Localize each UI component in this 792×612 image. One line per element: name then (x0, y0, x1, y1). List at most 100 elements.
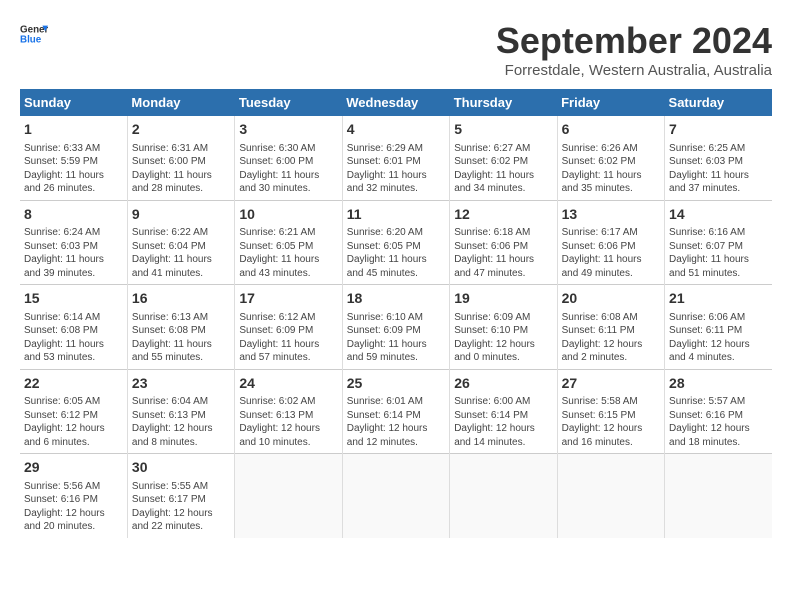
col-tuesday: Tuesday (235, 89, 342, 116)
header-row: Sunday Monday Tuesday Wednesday Thursday… (20, 89, 772, 116)
title-block: September 2024 Forrestdale, Western Aust… (496, 20, 772, 79)
day-number: 4 (347, 120, 445, 140)
day-number: 27 (562, 374, 660, 394)
day-info: Sunrise: 6:20 AM Sunset: 6:05 PM Dayligh… (347, 226, 445, 280)
day-info: Sunrise: 6:14 AM Sunset: 6:08 PM Dayligh… (24, 311, 123, 365)
table-row: 1Sunrise: 6:33 AM Sunset: 5:59 PM Daylig… (20, 116, 127, 200)
calendar-week-row: 8Sunrise: 6:24 AM Sunset: 6:03 PM Daylig… (20, 200, 772, 285)
table-row: 23Sunrise: 6:04 AM Sunset: 6:13 PM Dayli… (127, 369, 234, 454)
table-row: 24Sunrise: 6:02 AM Sunset: 6:13 PM Dayli… (235, 369, 342, 454)
logo: General Blue (20, 20, 48, 48)
day-info: Sunrise: 6:26 AM Sunset: 6:02 PM Dayligh… (562, 142, 660, 196)
svg-text:Blue: Blue (20, 34, 42, 45)
day-info: Sunrise: 6:31 AM Sunset: 6:00 PM Dayligh… (132, 142, 230, 196)
month-title: September 2024 (496, 20, 772, 62)
day-number: 12 (454, 205, 552, 225)
day-info: Sunrise: 6:24 AM Sunset: 6:03 PM Dayligh… (24, 226, 123, 280)
logo-icon: General Blue (20, 20, 48, 48)
table-row: 15Sunrise: 6:14 AM Sunset: 6:08 PM Dayli… (20, 285, 127, 370)
table-row: 25Sunrise: 6:01 AM Sunset: 6:14 PM Dayli… (342, 369, 449, 454)
day-number: 3 (239, 120, 337, 140)
col-wednesday: Wednesday (342, 89, 449, 116)
calendar-week-row: 22Sunrise: 6:05 AM Sunset: 6:12 PM Dayli… (20, 369, 772, 454)
day-info: Sunrise: 6:29 AM Sunset: 6:01 PM Dayligh… (347, 142, 445, 196)
day-number: 15 (24, 289, 123, 309)
col-saturday: Saturday (665, 89, 772, 116)
table-row (342, 454, 449, 538)
col-monday: Monday (127, 89, 234, 116)
table-row: 18Sunrise: 6:10 AM Sunset: 6:09 PM Dayli… (342, 285, 449, 370)
calendar-week-row: 1Sunrise: 6:33 AM Sunset: 5:59 PM Daylig… (20, 116, 772, 200)
table-row: 20Sunrise: 6:08 AM Sunset: 6:11 PM Dayli… (557, 285, 664, 370)
day-info: Sunrise: 5:58 AM Sunset: 6:15 PM Dayligh… (562, 395, 660, 449)
table-row: 29Sunrise: 5:56 AM Sunset: 6:16 PM Dayli… (20, 454, 127, 538)
day-number: 17 (239, 289, 337, 309)
table-row (235, 454, 342, 538)
day-number: 16 (132, 289, 230, 309)
day-number: 23 (132, 374, 230, 394)
day-number: 19 (454, 289, 552, 309)
day-info: Sunrise: 6:25 AM Sunset: 6:03 PM Dayligh… (669, 142, 768, 196)
day-number: 18 (347, 289, 445, 309)
day-number: 21 (669, 289, 768, 309)
day-number: 11 (347, 205, 445, 225)
table-row: 4Sunrise: 6:29 AM Sunset: 6:01 PM Daylig… (342, 116, 449, 200)
table-row: 19Sunrise: 6:09 AM Sunset: 6:10 PM Dayli… (450, 285, 557, 370)
day-number: 7 (669, 120, 768, 140)
col-thursday: Thursday (450, 89, 557, 116)
day-info: Sunrise: 6:02 AM Sunset: 6:13 PM Dayligh… (239, 395, 337, 449)
day-info: Sunrise: 6:21 AM Sunset: 6:05 PM Dayligh… (239, 226, 337, 280)
day-info: Sunrise: 6:13 AM Sunset: 6:08 PM Dayligh… (132, 311, 230, 365)
day-info: Sunrise: 6:06 AM Sunset: 6:11 PM Dayligh… (669, 311, 768, 365)
day-number: 20 (562, 289, 660, 309)
table-row: 30Sunrise: 5:55 AM Sunset: 6:17 PM Dayli… (127, 454, 234, 538)
calendar-week-row: 29Sunrise: 5:56 AM Sunset: 6:16 PM Dayli… (20, 454, 772, 538)
table-row: 13Sunrise: 6:17 AM Sunset: 6:06 PM Dayli… (557, 200, 664, 285)
page-header: General Blue September 2024 Forrestdale,… (20, 20, 772, 79)
day-info: Sunrise: 6:00 AM Sunset: 6:14 PM Dayligh… (454, 395, 552, 449)
day-number: 8 (24, 205, 123, 225)
day-info: Sunrise: 6:12 AM Sunset: 6:09 PM Dayligh… (239, 311, 337, 365)
day-number: 14 (669, 205, 768, 225)
day-info: Sunrise: 6:27 AM Sunset: 6:02 PM Dayligh… (454, 142, 552, 196)
table-row: 26Sunrise: 6:00 AM Sunset: 6:14 PM Dayli… (450, 369, 557, 454)
day-info: Sunrise: 6:22 AM Sunset: 6:04 PM Dayligh… (132, 226, 230, 280)
day-info: Sunrise: 6:08 AM Sunset: 6:11 PM Dayligh… (562, 311, 660, 365)
table-row: 12Sunrise: 6:18 AM Sunset: 6:06 PM Dayli… (450, 200, 557, 285)
day-info: Sunrise: 6:30 AM Sunset: 6:00 PM Dayligh… (239, 142, 337, 196)
table-row (450, 454, 557, 538)
day-number: 5 (454, 120, 552, 140)
table-row: 5Sunrise: 6:27 AM Sunset: 6:02 PM Daylig… (450, 116, 557, 200)
day-number: 28 (669, 374, 768, 394)
table-row: 3Sunrise: 6:30 AM Sunset: 6:00 PM Daylig… (235, 116, 342, 200)
day-info: Sunrise: 6:16 AM Sunset: 6:07 PM Dayligh… (669, 226, 768, 280)
table-row: 22Sunrise: 6:05 AM Sunset: 6:12 PM Dayli… (20, 369, 127, 454)
table-row: 10Sunrise: 6:21 AM Sunset: 6:05 PM Dayli… (235, 200, 342, 285)
table-row (557, 454, 664, 538)
day-number: 2 (132, 120, 230, 140)
table-row: 9Sunrise: 6:22 AM Sunset: 6:04 PM Daylig… (127, 200, 234, 285)
table-row: 6Sunrise: 6:26 AM Sunset: 6:02 PM Daylig… (557, 116, 664, 200)
day-info: Sunrise: 6:17 AM Sunset: 6:06 PM Dayligh… (562, 226, 660, 280)
table-row: 17Sunrise: 6:12 AM Sunset: 6:09 PM Dayli… (235, 285, 342, 370)
day-info: Sunrise: 5:57 AM Sunset: 6:16 PM Dayligh… (669, 395, 768, 449)
col-friday: Friday (557, 89, 664, 116)
day-info: Sunrise: 6:01 AM Sunset: 6:14 PM Dayligh… (347, 395, 445, 449)
table-row (665, 454, 772, 538)
calendar-table: Sunday Monday Tuesday Wednesday Thursday… (20, 89, 772, 538)
table-row: 21Sunrise: 6:06 AM Sunset: 6:11 PM Dayli… (665, 285, 772, 370)
calendar-week-row: 15Sunrise: 6:14 AM Sunset: 6:08 PM Dayli… (20, 285, 772, 370)
day-info: Sunrise: 6:33 AM Sunset: 5:59 PM Dayligh… (24, 142, 123, 196)
day-number: 29 (24, 458, 123, 478)
col-sunday: Sunday (20, 89, 127, 116)
day-number: 30 (132, 458, 230, 478)
table-row: 2Sunrise: 6:31 AM Sunset: 6:00 PM Daylig… (127, 116, 234, 200)
day-info: Sunrise: 6:04 AM Sunset: 6:13 PM Dayligh… (132, 395, 230, 449)
day-number: 24 (239, 374, 337, 394)
table-row: 8Sunrise: 6:24 AM Sunset: 6:03 PM Daylig… (20, 200, 127, 285)
day-info: Sunrise: 5:56 AM Sunset: 6:16 PM Dayligh… (24, 480, 123, 534)
location-subtitle: Forrestdale, Western Australia, Australi… (496, 62, 772, 79)
table-row: 28Sunrise: 5:57 AM Sunset: 6:16 PM Dayli… (665, 369, 772, 454)
day-number: 26 (454, 374, 552, 394)
day-number: 13 (562, 205, 660, 225)
